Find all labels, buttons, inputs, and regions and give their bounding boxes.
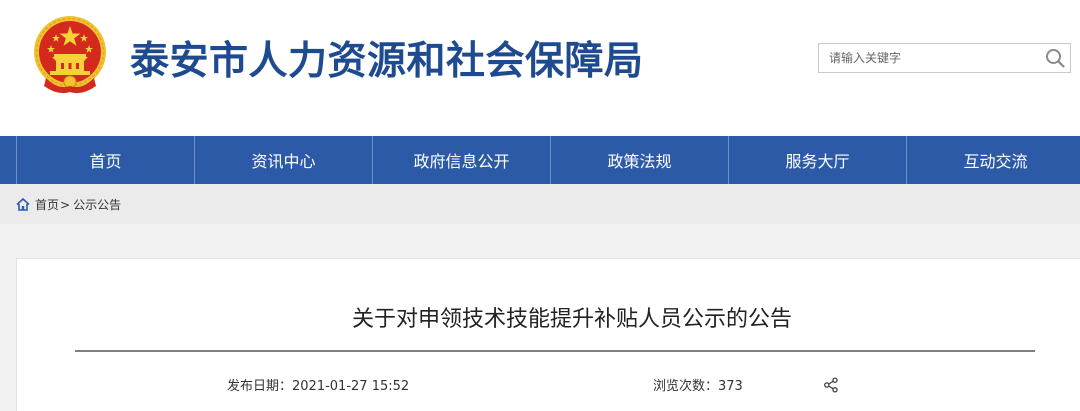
nav-item-home[interactable]: 首页 — [16, 136, 194, 184]
home-icon — [16, 198, 30, 211]
search-input[interactable] — [819, 44, 1044, 72]
nav-item-label: 资讯中心 — [251, 152, 316, 171]
breadcrumb-bar: 首页 > 公示公告 — [0, 184, 1080, 224]
site-header: 泰安市人力资源和社会保障局 — [0, 0, 1080, 136]
nav-item-gov-info[interactable]: 政府信息公开 — [372, 136, 550, 184]
nav-item-label: 政府信息公开 — [413, 152, 510, 171]
view-count-value: 373 — [718, 379, 743, 394]
article-title: 关于对申领技术技能提升补贴人员公示的公告 — [351, 307, 792, 332]
search-icon[interactable] — [1044, 47, 1066, 69]
breadcrumb-separator: > — [60, 197, 71, 212]
article-card: 关于对申领技术技能提升补贴人员公示的公告 发布日期：2021-01-27 15:… — [16, 258, 1080, 411]
nav-left-edge — [0, 136, 16, 184]
view-count-label: 浏览次数： — [653, 379, 719, 394]
nav-item-label: 服务大厅 — [785, 152, 850, 171]
breadcrumb: 首页 > 公示公告 — [16, 196, 121, 213]
main-nav: 首页 资讯中心 政府信息公开 政策法规 服务大厅 互动交流 — [0, 136, 1080, 184]
view-count: 浏览次数：373 — [653, 375, 743, 394]
title-divider — [75, 350, 1035, 352]
share-icon[interactable] — [823, 377, 839, 393]
nav-item-policy[interactable]: 政策法规 — [550, 136, 728, 184]
nav-item-interaction[interactable]: 互动交流 — [906, 136, 1080, 184]
national-emblem-icon — [34, 16, 106, 94]
breadcrumb-current-link[interactable]: 公示公告 — [73, 196, 121, 213]
publish-date-value: 2021-01-27 15:52 — [292, 379, 410, 394]
publish-date: 发布日期：2021-01-27 15:52 — [227, 375, 409, 394]
search-box — [818, 43, 1071, 73]
nav-item-service-hall[interactable]: 服务大厅 — [728, 136, 906, 184]
nav-item-news[interactable]: 资讯中心 — [194, 136, 372, 184]
publish-date-label: 发布日期： — [227, 379, 293, 394]
breadcrumb-home-link[interactable]: 首页 — [35, 196, 59, 213]
site-title: 泰安市人力资源和社会保障局 — [130, 39, 644, 84]
nav-item-label: 政策法规 — [607, 152, 672, 171]
nav-item-label: 首页 — [89, 152, 122, 171]
nav-item-label: 互动交流 — [963, 152, 1028, 171]
